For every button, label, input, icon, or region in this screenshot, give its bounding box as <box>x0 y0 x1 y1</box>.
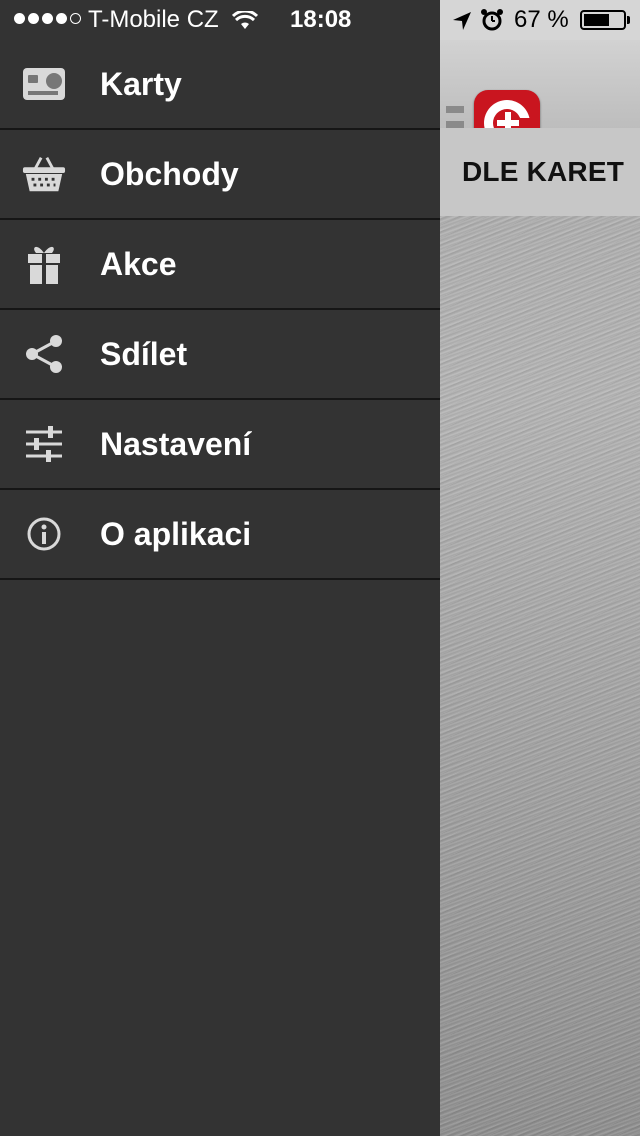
menu-item-label: Akce <box>100 245 177 282</box>
wifi-icon <box>231 9 259 38</box>
menu-item-label: Karty <box>100 65 182 102</box>
menu-item-label: Sdílet <box>100 335 188 372</box>
sliders-icon <box>22 422 66 466</box>
menu-item-nastaveni[interactable]: Nastavení <box>0 400 440 490</box>
gift-icon <box>22 242 66 286</box>
basket-icon <box>22 152 66 196</box>
carrier-name: T-Mobile CZ <box>88 6 219 33</box>
menu-item-o-aplikaci[interactable]: O aplikaci <box>0 490 440 580</box>
card-icon <box>22 62 66 106</box>
battery-percentage: 67 % <box>514 6 569 33</box>
filter-bar[interactable]: DLE KARET <box>440 128 640 216</box>
info-icon <box>22 512 66 556</box>
signal-strength-icon <box>14 13 81 24</box>
clock: 18:08 <box>290 6 352 33</box>
share-icon <box>22 332 66 376</box>
filter-label: DLE KARET <box>462 156 625 187</box>
status-bar-left: T-Mobile CZ 18:08 <box>0 0 440 40</box>
main-screen: DLE KARET <box>440 0 640 1136</box>
drawer-menu: Karty Obchody Akce Sdílet Nastavení O ap… <box>0 40 440 580</box>
battery-icon <box>580 10 626 30</box>
menu-item-obchody[interactable]: Obchody <box>0 130 440 220</box>
status-bar-right: 67 % <box>440 0 640 40</box>
battery-tip <box>627 16 630 24</box>
menu-item-sdilet[interactable]: Sdílet <box>0 310 440 400</box>
menu-item-label: Obchody <box>100 155 239 192</box>
menu-item-label: O aplikaci <box>100 515 252 552</box>
alarm-clock-icon <box>480 8 504 39</box>
menu-item-karty[interactable]: Karty <box>0 40 440 130</box>
location-arrow-icon <box>452 10 472 38</box>
main-nav-bar <box>440 40 640 156</box>
menu-item-label: Nastavení <box>100 425 252 462</box>
side-drawer: T-Mobile CZ 18:08 Karty Obchody Akce Sdí… <box>0 0 440 1136</box>
menu-item-akce[interactable]: Akce <box>0 220 440 310</box>
